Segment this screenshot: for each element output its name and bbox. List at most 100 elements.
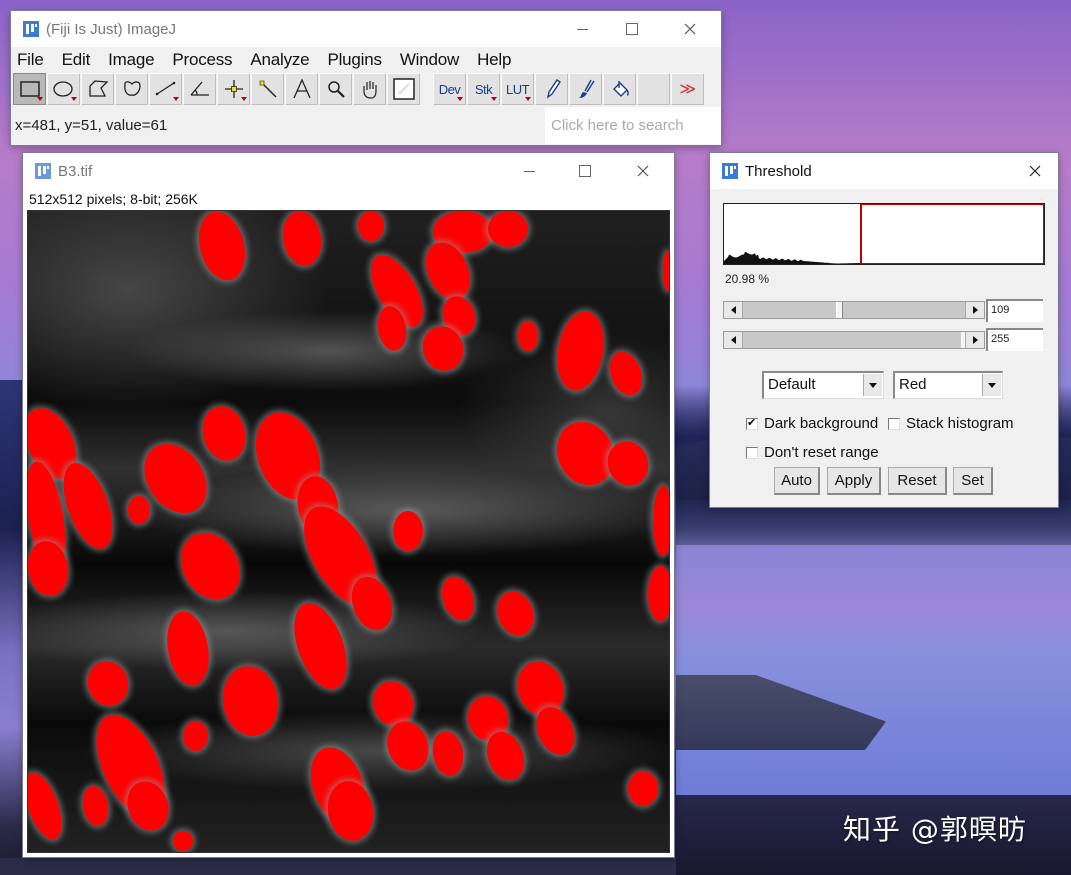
angle-tool-button[interactable] bbox=[183, 73, 216, 105]
threshold-overlay-region bbox=[663, 251, 669, 291]
minimize-button[interactable] bbox=[559, 11, 605, 47]
method-dropdown[interactable]: Default bbox=[762, 371, 884, 399]
menu-file[interactable]: File bbox=[17, 50, 44, 70]
menu-edit[interactable]: Edit bbox=[62, 50, 91, 70]
brush-tool-button[interactable] bbox=[569, 73, 602, 105]
wand-tool-button[interactable] bbox=[251, 73, 284, 105]
freehand-tool-button[interactable] bbox=[115, 73, 148, 105]
threshold-overlay-region bbox=[551, 307, 610, 395]
threshold-overlay-region bbox=[518, 321, 538, 351]
lower-slider-thumb[interactable] bbox=[835, 302, 843, 318]
desktop-shore bbox=[676, 500, 1071, 550]
threshold-titlebar[interactable]: Threshold bbox=[710, 153, 1058, 189]
upper-threshold-field[interactable]: 255 bbox=[986, 328, 1043, 351]
threshold-percent: 20.98 % bbox=[725, 272, 770, 286]
threshold-overlay-region bbox=[191, 211, 253, 286]
image-titlebar[interactable]: B3.tif bbox=[23, 153, 674, 189]
pencil-icon bbox=[546, 79, 561, 99]
imagej-main-window: (Fiji Is Just) ImageJ File Edit Image Pr… bbox=[11, 11, 721, 145]
menu-help[interactable]: Help bbox=[477, 50, 511, 70]
main-titlebar[interactable]: (Fiji Is Just) ImageJ bbox=[11, 11, 721, 47]
search-input[interactable]: Click here to search bbox=[545, 107, 721, 144]
threshold-overlay-region bbox=[79, 784, 112, 828]
stack-menu-button[interactable]: Stk bbox=[467, 73, 500, 105]
desktop-water bbox=[676, 545, 1071, 795]
dark-background-label: Dark background bbox=[764, 415, 879, 432]
menu-bar: File Edit Image Process Analyze Plugins … bbox=[11, 47, 721, 73]
upper-increment-arrow[interactable] bbox=[965, 332, 984, 348]
image-window-title: B3.tif bbox=[58, 162, 93, 180]
stack-menu-icon: Stk bbox=[474, 81, 493, 97]
menu-analyze[interactable]: Analyze bbox=[250, 50, 309, 70]
magnifier-tool-button[interactable] bbox=[319, 73, 352, 105]
text-tool-button[interactable] bbox=[285, 73, 318, 105]
menu-image[interactable]: Image bbox=[108, 50, 154, 70]
main-window-title: (Fiji Is Just) ImageJ bbox=[46, 20, 177, 38]
image-window: B3.tif 512x512 pixels; 8-bit; 256K bbox=[23, 153, 674, 857]
set-button[interactable]: Set bbox=[953, 467, 993, 495]
rectangle-tool-button[interactable] bbox=[13, 73, 46, 105]
threshold-overlay-region bbox=[28, 767, 70, 845]
threshold-overlay-region bbox=[183, 721, 208, 751]
lower-decrement-arrow[interactable] bbox=[724, 302, 743, 318]
polygon-select-icon bbox=[88, 80, 108, 97]
lut-menu-button[interactable]: LUT bbox=[501, 73, 534, 105]
checkbox-box bbox=[746, 416, 758, 430]
fiji-logo-icon bbox=[23, 21, 39, 37]
more-tools-button[interactable]: ≫ bbox=[671, 73, 704, 105]
point-tool-button[interactable] bbox=[217, 73, 250, 105]
threshold-overlay-region bbox=[283, 596, 358, 696]
checkbox-box bbox=[746, 446, 758, 459]
empty-tool-slot[interactable] bbox=[637, 73, 670, 105]
display-dropdown[interactable]: Red bbox=[893, 371, 1003, 399]
dark-background-checkbox[interactable]: Dark background bbox=[746, 415, 878, 432]
image-close-button[interactable] bbox=[620, 153, 666, 189]
maximize-button[interactable] bbox=[609, 11, 655, 47]
stack-histogram-checkbox[interactable]: Stack histogram bbox=[888, 415, 1014, 432]
threshold-overlay-region bbox=[196, 401, 252, 466]
dont-reset-range-checkbox[interactable]: Don't reset range bbox=[746, 444, 879, 461]
wand-tool-icon bbox=[259, 80, 277, 98]
auto-button[interactable]: Auto bbox=[774, 467, 820, 495]
upper-decrement-arrow[interactable] bbox=[724, 332, 743, 348]
text-tool-icon bbox=[292, 78, 311, 99]
pencil-tool-button[interactable] bbox=[535, 73, 568, 105]
color-picker-button[interactable] bbox=[387, 73, 420, 105]
threshold-overlay-region bbox=[429, 728, 467, 779]
image-minimize-button[interactable] bbox=[506, 153, 552, 189]
dev-menu-button[interactable]: Dev bbox=[433, 73, 466, 105]
threshold-close-button[interactable] bbox=[1012, 153, 1058, 189]
toolbar: Dev Stk LUT ≫ bbox=[11, 73, 721, 107]
polygon-tool-button[interactable] bbox=[81, 73, 114, 105]
lower-threshold-slider[interactable] bbox=[723, 301, 985, 319]
threshold-overlay-region bbox=[161, 608, 215, 689]
method-value: Default bbox=[768, 376, 816, 393]
line-tool-button[interactable] bbox=[149, 73, 182, 105]
upper-threshold-slider[interactable] bbox=[723, 331, 985, 349]
threshold-overlay-region bbox=[436, 572, 480, 625]
image-maximize-button[interactable] bbox=[562, 153, 608, 189]
threshold-overlay-region bbox=[628, 771, 658, 806]
lower-increment-arrow[interactable] bbox=[965, 302, 984, 318]
hand-scroll-icon bbox=[362, 81, 377, 99]
fiji-logo-icon bbox=[35, 163, 51, 179]
image-canvas[interactable] bbox=[27, 210, 670, 853]
threshold-overlay-region bbox=[81, 655, 135, 712]
menu-window[interactable]: Window bbox=[400, 50, 459, 70]
apply-button[interactable]: Apply bbox=[827, 467, 881, 495]
status-text: x=481, y=51, value=61 bbox=[15, 117, 168, 134]
angle-tool-icon bbox=[190, 81, 209, 96]
dev-menu-icon: Dev bbox=[438, 81, 461, 97]
threshold-window: Threshold 20.98 % 109 255 Default Red Da… bbox=[710, 153, 1058, 507]
zhihu-watermark: 知乎 @郭暝昉 bbox=[843, 813, 1027, 846]
hand-tool-button[interactable] bbox=[353, 73, 386, 105]
menu-process[interactable]: Process bbox=[172, 50, 232, 70]
lower-threshold-field[interactable]: 109 bbox=[986, 299, 1043, 322]
menu-plugins[interactable]: Plugins bbox=[327, 50, 382, 70]
close-button[interactable] bbox=[667, 11, 713, 47]
flood-fill-button[interactable] bbox=[603, 73, 636, 105]
oval-tool-button[interactable] bbox=[47, 73, 80, 105]
threshold-overlay-region bbox=[278, 211, 326, 269]
reset-button[interactable]: Reset bbox=[888, 467, 947, 495]
magnifier-icon bbox=[327, 81, 345, 98]
